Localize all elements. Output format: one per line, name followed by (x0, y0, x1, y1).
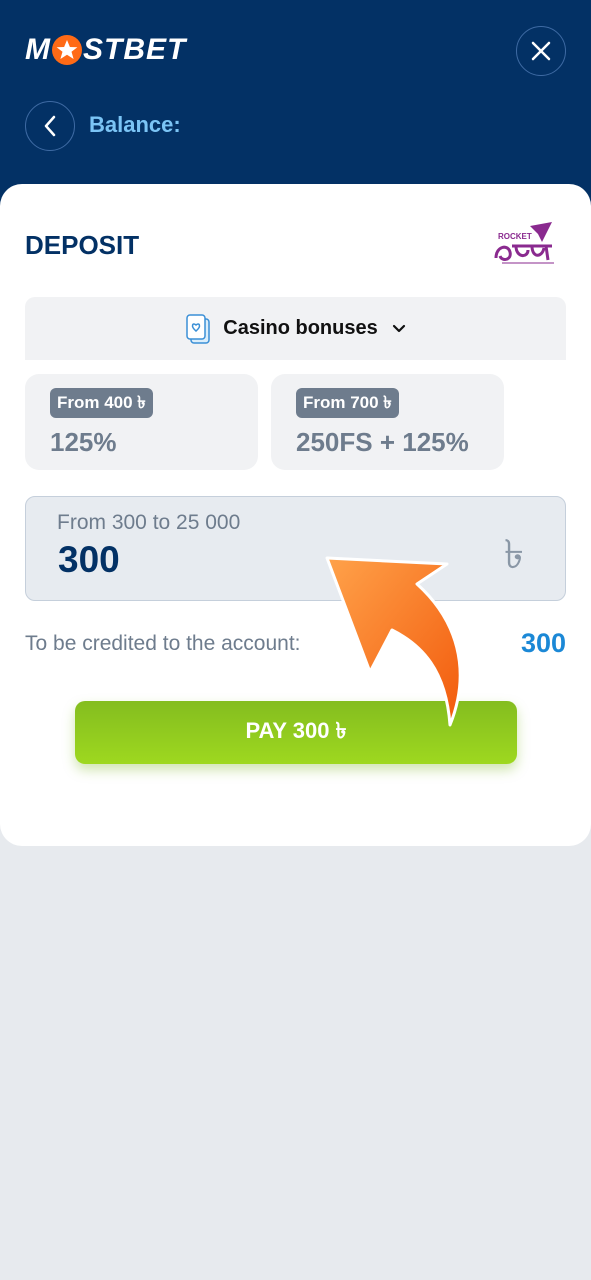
chevron-down-icon (392, 324, 405, 332)
page-title: DEPOSIT (25, 230, 140, 260)
amount-field[interactable]: From 300 to 25 000 ৳ (25, 496, 566, 601)
bonus-select-label: Casino bonuses (223, 317, 378, 339)
bonus-option-2[interactable]: From 700 ৳ 250FS + 125% (271, 374, 504, 470)
credited-value: 300 (520, 628, 566, 658)
taka-currency-icon: ৳ (504, 533, 524, 577)
header: M STBET Balance: (0, 0, 591, 215)
chevron-left-icon (44, 115, 56, 137)
credited-label: To be credited to the account: (25, 632, 301, 655)
bonus-value: 125% (50, 427, 117, 457)
bonus-type-select[interactable]: Casino bonuses (25, 297, 566, 360)
close-icon (531, 41, 551, 61)
bonus-option-1[interactable]: From 400 ৳ 125% (25, 374, 258, 470)
logo-text-right: STBET (83, 33, 187, 66)
balance-label: Balance: (89, 112, 181, 137)
bonus-value: 250FS + 125% (296, 427, 469, 457)
amount-range-label: From 300 to 25 000 (57, 511, 241, 534)
mostbet-logo: M STBET (25, 32, 186, 68)
cards-icon (186, 313, 210, 344)
amount-input[interactable] (58, 539, 358, 581)
bonus-threshold-badge: From 700 ৳ (296, 388, 399, 418)
rocket-logo: ROCKET (494, 222, 554, 264)
deposit-card: DEPOSIT ROCKET Casino bonuses From 400 ৳… (0, 184, 591, 846)
star-icon (52, 35, 82, 65)
orange-arrow-icon (325, 556, 462, 727)
svg-text:ROCKET: ROCKET (498, 232, 532, 241)
back-button[interactable] (25, 101, 75, 151)
close-button[interactable] (516, 26, 566, 76)
logo-text-left: M (25, 33, 51, 66)
bonus-threshold-badge: From 400 ৳ (50, 388, 153, 418)
